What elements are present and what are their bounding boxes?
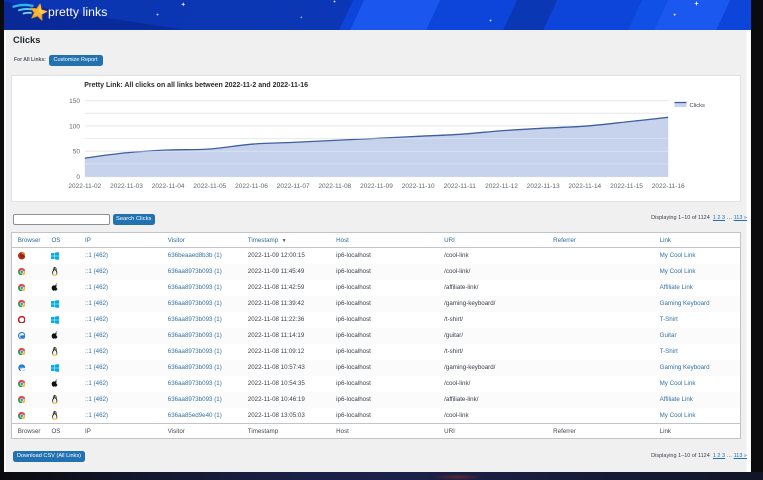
svg-text:2022-11-02: 2022-11-02 <box>69 183 102 190</box>
svg-text:2022-11-12: 2022-11-12 <box>485 183 518 190</box>
svg-text:50: 50 <box>73 148 81 155</box>
svg-text:Pretty Link: All clicks on all: Pretty Link: All clicks on all links bet… <box>84 82 308 89</box>
svg-text:2022-11-11: 2022-11-11 <box>444 183 477 190</box>
svg-text:2022-11-06: 2022-11-06 <box>235 183 268 190</box>
svg-text:2022-11-14: 2022-11-14 <box>569 183 602 190</box>
svg-text:150: 150 <box>69 98 80 105</box>
svg-text:2022-11-08: 2022-11-08 <box>319 183 352 190</box>
svg-text:100: 100 <box>69 123 80 130</box>
svg-text:2022-11-07: 2022-11-07 <box>277 183 310 190</box>
svg-text:2022-11-16: 2022-11-16 <box>652 183 685 190</box>
svg-text:2022-11-05: 2022-11-05 <box>194 183 227 190</box>
svg-text:Clicks: Clicks <box>690 103 706 109</box>
svg-text:2022-11-04: 2022-11-04 <box>152 183 185 190</box>
svg-text:0: 0 <box>77 174 81 181</box>
svg-text:2022-11-10: 2022-11-10 <box>402 183 435 190</box>
svg-text:2022-11-13: 2022-11-13 <box>527 183 560 190</box>
svg-text:2022-11-03: 2022-11-03 <box>110 183 143 190</box>
svg-text:2022-11-15: 2022-11-15 <box>610 183 643 190</box>
svg-text:2022-11-09: 2022-11-09 <box>360 183 393 190</box>
